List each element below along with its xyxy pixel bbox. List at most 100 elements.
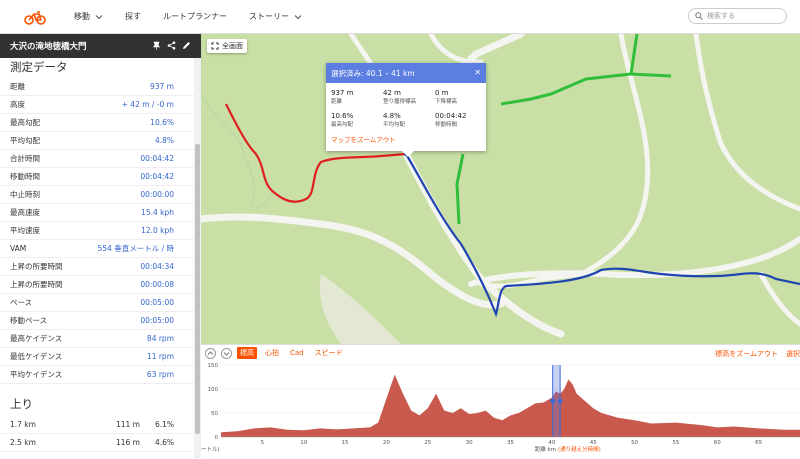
stat-row: 中止時刻 00:00:00 xyxy=(0,186,194,204)
stat-label: 移動ペース xyxy=(10,316,48,325)
selection-handle xyxy=(550,398,556,404)
stat-value: 00:05:00 xyxy=(140,298,174,307)
fullscreen-button[interactable]: 全画面 xyxy=(207,39,247,53)
y-tick-label: 50 xyxy=(211,411,218,417)
popup-metric-value: 42 m xyxy=(383,89,401,97)
nav-move[interactable]: 移動 xyxy=(74,11,103,22)
elevation-chart[interactable]: 150 100 50 0 5 10 15 20 25 30 35 40 45 50 55 60 65 距離 km(… xyxy=(201,361,800,459)
popup-metric-label: 平均勾配 xyxy=(383,122,406,128)
map-view[interactable]: 全画面 選択済み: 40.1 – 41 km ✕ 937 m 距離 42 m 登り… xyxy=(201,34,800,344)
stat-value: 84 rpm xyxy=(146,334,174,343)
popup-metric-value: 4.8% xyxy=(383,112,401,120)
climbs-title: 上り xyxy=(10,397,33,411)
stat-value: 554 垂直メートル / 時 xyxy=(97,244,175,253)
popup-metric-label: 下降標高 xyxy=(435,99,458,105)
sidebar-scroll-thumb[interactable] xyxy=(195,144,200,434)
fullscreen-label: 全画面 xyxy=(222,42,243,50)
stat-label: 高度 xyxy=(10,100,25,109)
nav-explore[interactable]: 探す xyxy=(125,11,141,22)
chevron-up-icon xyxy=(207,350,214,355)
x-tick-label: 15 xyxy=(342,440,349,446)
x-tick-label: 50 xyxy=(631,440,638,446)
y-tick-label: 100 xyxy=(208,387,219,393)
stat-value: 15.4 kph xyxy=(141,208,174,217)
stat-label: 最高速度 xyxy=(10,208,40,217)
nav-stories[interactable]: ストーリー xyxy=(249,11,302,22)
climbs-list: 1.7 km 111 m 6.1% 2.5 km 116 m 4.6% xyxy=(0,416,201,452)
nav-move-label: 移動 xyxy=(74,12,90,21)
collapse-up-button[interactable] xyxy=(205,347,216,359)
popup-metric-label: 距離 xyxy=(331,99,343,105)
stat-row: 最高勾配 10.6% xyxy=(0,114,194,132)
popup-metric-value: 10.6% xyxy=(331,112,354,120)
stats-title: 測定データ xyxy=(10,60,68,74)
expand-down-button[interactable] xyxy=(221,347,232,359)
x-tick-label: 20 xyxy=(383,440,390,446)
segment-sidebar: 大沢の滝地徳橋大門 測定データ 距離 937 m 高度 + 42 m / -0 m… xyxy=(0,34,201,458)
edit-icon[interactable] xyxy=(182,41,191,50)
stat-value: 00:04:42 xyxy=(140,154,174,163)
x-tick-label: 40 xyxy=(548,440,555,446)
popup-metric: 4.8% 平均勾配 xyxy=(383,112,435,128)
stat-row: ペース 00:05:00 xyxy=(0,294,194,312)
close-icon[interactable]: ✕ xyxy=(474,68,481,77)
tab-speed[interactable]: スピード xyxy=(312,347,346,359)
pin-icon[interactable] xyxy=(152,41,161,50)
stat-row: 平均速度 12.0 kph xyxy=(0,222,194,240)
main-nav: 移動 探す ルートプランナー ストーリー xyxy=(74,11,324,22)
share-icon[interactable] xyxy=(167,41,176,50)
map-area xyxy=(319,274,401,344)
cyclist-logo-icon[interactable] xyxy=(24,9,46,25)
elevation-zoom-out-link[interactable]: 標高をズームアウト xyxy=(715,349,778,359)
nav-explore-label: 探す xyxy=(125,12,141,21)
stat-row: 移動ペース 00:05:00 xyxy=(0,312,194,330)
search-input[interactable] xyxy=(707,12,777,20)
stat-row: 平均ケイデンス 63 rpm xyxy=(0,366,194,384)
stat-row: 最高速度 15.4 kph xyxy=(0,204,194,222)
nav-route-planner[interactable]: ルートプランナー xyxy=(163,11,227,22)
road xyxy=(758,271,800,327)
climb-row[interactable]: 1.7 km 111 m 6.1% xyxy=(0,416,194,434)
stat-row: 距離 937 m xyxy=(0,78,194,96)
popup-metric: 00:04:42 移動時間 xyxy=(435,112,487,128)
stat-label: 距離 xyxy=(10,82,25,91)
road xyxy=(201,213,505,309)
tab-heartrate[interactable]: 心拍 xyxy=(262,347,282,359)
climb-row[interactable]: 2.5 km 116 m 4.6% xyxy=(0,434,194,452)
elevation-toolbar: 標高 心拍 Cad スピード xyxy=(201,345,800,361)
tab-cadence[interactable]: Cad xyxy=(287,348,307,358)
selection-link[interactable]: 選択 xyxy=(786,349,800,359)
stat-row: VAM 554 垂直メートル / 時 xyxy=(0,240,194,258)
selection-handle xyxy=(557,398,563,404)
popup-metric: 0 m 下降標高 xyxy=(435,89,487,105)
map-canvas[interactable] xyxy=(201,34,800,344)
x-tick-label: 65 xyxy=(755,440,762,446)
x-tick-label: 45 xyxy=(590,440,597,446)
x-axis-label-extra: (通り越え分時間) xyxy=(558,445,601,453)
stat-row: 上昇の所要時間 00:04:34 xyxy=(0,258,194,276)
climb-elevation: 116 m xyxy=(115,438,140,447)
y-axis-unit-label: ートル) xyxy=(201,447,220,453)
popup-metrics: 937 m 距離 42 m 登り獲得標高 0 m 下降標高 10.6% 最高勾配 4.8… xyxy=(326,83,486,128)
stat-value: 63 rpm xyxy=(146,370,174,379)
chevron-down-icon xyxy=(223,351,230,356)
y-tick-label: 150 xyxy=(208,363,219,369)
nav-stories-label: ストーリー xyxy=(249,12,289,21)
popup-metric-label: 登り獲得標高 xyxy=(383,99,417,105)
stat-value: 937 m xyxy=(149,82,174,91)
road xyxy=(468,236,800,287)
stat-label: 最高ケイデンス xyxy=(10,334,63,343)
stat-value: 00:04:42 xyxy=(140,172,174,181)
stat-value: 11 rpm xyxy=(146,352,174,361)
search-box[interactable] xyxy=(688,8,787,24)
tab-elevation[interactable]: 標高 xyxy=(237,347,257,359)
stat-value: 00:00:00 xyxy=(140,190,174,199)
climb-grade: 4.6% xyxy=(154,438,174,447)
chevron-down-icon xyxy=(95,14,103,19)
nav-route-planner-label: ルートプランナー xyxy=(163,12,227,21)
stat-value: 00:04:34 xyxy=(140,262,174,271)
popup-metric-value: 0 m xyxy=(435,89,449,97)
zoom-out-map-link[interactable]: マップをズームアウト xyxy=(326,128,486,144)
stat-label: 上昇の所要時間 xyxy=(10,262,63,271)
stat-label: 最高勾配 xyxy=(10,118,40,127)
